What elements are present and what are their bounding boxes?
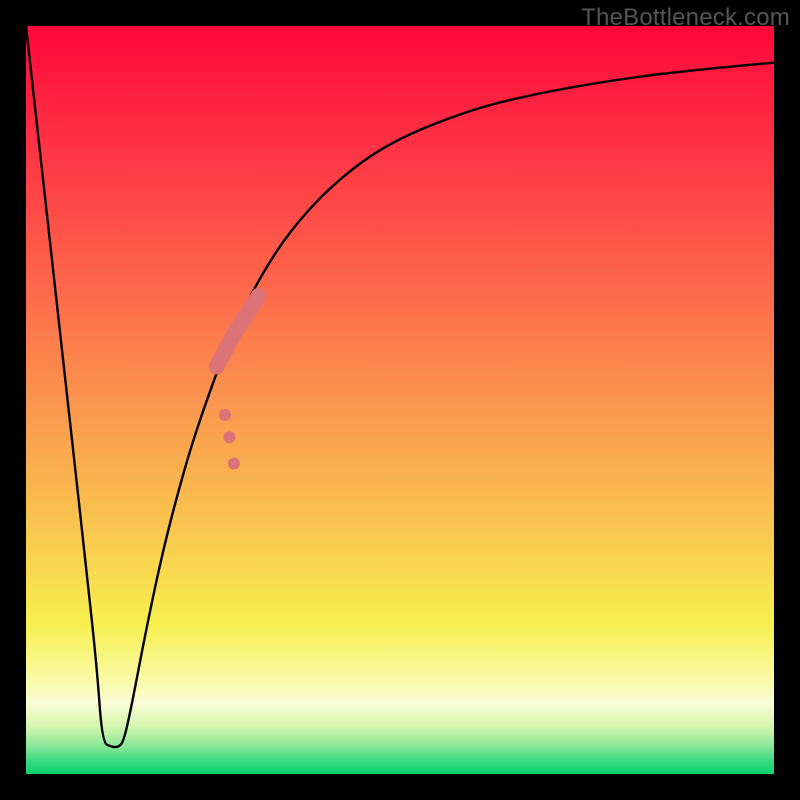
highlight-point	[219, 409, 231, 421]
plot-area	[26, 26, 774, 774]
highlight-point	[223, 431, 235, 443]
chart-frame: TheBottleneck.com	[0, 0, 800, 800]
plot-svg	[26, 26, 774, 774]
watermark-text: TheBottleneck.com	[581, 4, 790, 32]
highlight-point	[228, 458, 240, 470]
highlight-point	[251, 288, 267, 304]
